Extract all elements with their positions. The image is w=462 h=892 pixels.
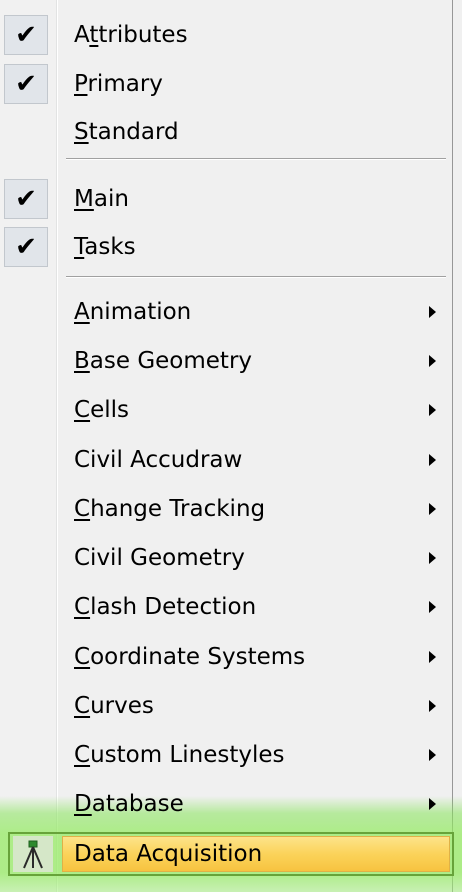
menu-item-label: Civil Accudraw (74, 447, 243, 473)
menu-item-label: Data Acquisition (74, 841, 263, 867)
context-menu: ✔ Attributes ✔ Primary Standard ✔ Main ✔… (0, 0, 453, 892)
menu-item-civil-accudraw[interactable]: Civil Accudraw (0, 437, 452, 483)
submenu-arrow-icon (429, 700, 436, 712)
menu-item-label: Clash Detection (74, 594, 257, 620)
menu-item-label: Attributes (74, 22, 188, 48)
submenu-arrow-icon (429, 454, 436, 466)
menu-item-cells[interactable]: Cells (0, 387, 452, 433)
menu-item-curves[interactable]: Curves (0, 683, 452, 729)
menu-item-label: Animation (74, 299, 192, 325)
submenu-arrow-icon (429, 503, 436, 515)
menu-item-label: Coordinate Systems (74, 644, 306, 670)
menu-separator (66, 158, 446, 160)
submenu-arrow-icon (429, 651, 436, 663)
check-icon: ✔ (4, 64, 48, 104)
menu-item-label: Base Geometry (74, 348, 253, 374)
menu-item-primary[interactable]: ✔ Primary (0, 61, 452, 107)
check-icon: ✔ (4, 15, 48, 55)
menu-item-animation[interactable]: Animation (0, 289, 452, 335)
menu-item-custom-linestyles[interactable]: Custom Linestyles (0, 732, 452, 778)
menu-item-label: Standard (74, 119, 179, 145)
menu-item-label: Change Tracking (74, 496, 266, 522)
menu-item-civil-geometry[interactable]: Civil Geometry (0, 535, 452, 581)
menu-item-clash-detection[interactable]: Clash Detection (0, 584, 452, 630)
menu-item-coordinate-systems[interactable]: Coordinate Systems (0, 634, 452, 680)
submenu-arrow-icon (429, 355, 436, 367)
menu-item-tasks[interactable]: ✔ Tasks (0, 224, 452, 270)
menu-item-label: Curves (74, 693, 154, 719)
survey-tripod-icon (23, 840, 43, 869)
submenu-arrow-icon (429, 306, 436, 318)
menu-item-standard[interactable]: Standard (0, 109, 452, 155)
menu-item-label: Database (74, 791, 184, 817)
menu-separator (66, 276, 446, 278)
submenu-arrow-icon (429, 404, 436, 416)
menu-item-label: Custom Linestyles (74, 742, 285, 768)
submenu-arrow-icon (429, 798, 436, 810)
menu-item-base-geometry[interactable]: Base Geometry (0, 338, 452, 384)
menu-item-label: Tasks (74, 234, 136, 260)
submenu-arrow-icon (429, 552, 436, 564)
submenu-arrow-icon (429, 601, 436, 613)
menu-item-attributes[interactable]: ✔ Attributes (0, 12, 452, 58)
check-icon: ✔ (4, 179, 48, 219)
menu-item-label: Civil Geometry (74, 545, 245, 571)
menu-item-main[interactable]: ✔ Main (0, 176, 452, 222)
menu-item-change-tracking[interactable]: Change Tracking (0, 486, 452, 532)
check-icon: ✔ (4, 227, 48, 267)
menu-item-label: Cells (74, 397, 129, 423)
menu-item-label: Main (74, 186, 129, 212)
menu-item-label: Primary (74, 71, 163, 97)
submenu-arrow-icon (429, 749, 436, 761)
menu-item-database[interactable]: Database (0, 781, 452, 827)
